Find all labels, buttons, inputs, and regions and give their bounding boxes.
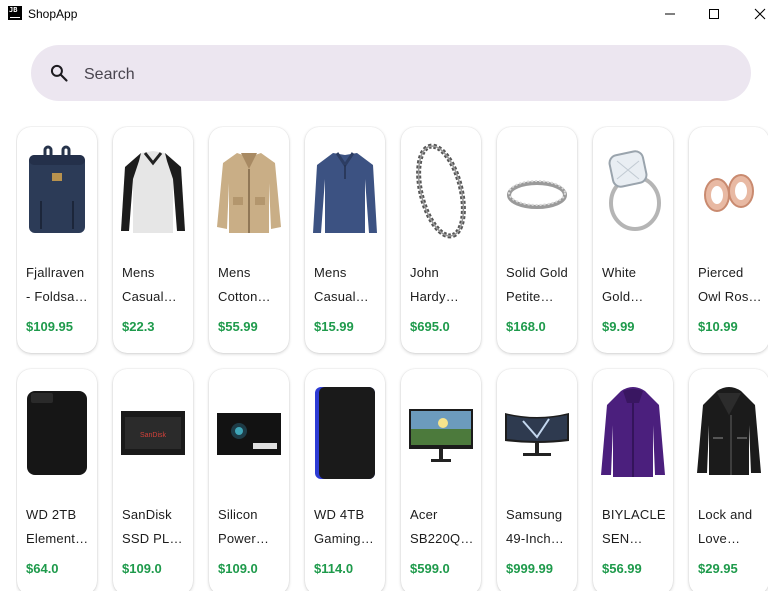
product-price: $56.99 [602, 561, 642, 576]
monitor-icon [407, 381, 475, 485]
product-card[interactable]: Mens Casual Slim Fit $15.99 [305, 127, 385, 353]
svg-text:SanDisk: SanDisk [140, 432, 167, 439]
product-name: Lock and Love Women's Leather Jacket [698, 507, 753, 546]
chain-bracelet-icon [407, 139, 475, 243]
product-name: Silicon Power 256GB SSD [218, 507, 258, 546]
product-card[interactable]: Solid Gold Petite Micropave $168.0 [497, 127, 577, 353]
product-grid: Fjallraven - Foldsack No. 1 Backpack $109… [16, 126, 768, 591]
product-card[interactable]: WD 4TB Gaming Drive $114.0 [305, 369, 385, 591]
ultrawide-monitor-icon [503, 381, 571, 485]
ssd-icon: SanDisk [119, 381, 187, 485]
product-price: $168.0 [506, 319, 546, 334]
product-price: $109.0 [218, 561, 258, 576]
search-bar[interactable] [31, 45, 751, 101]
product-price: $695.0 [410, 319, 450, 334]
title-bar: JB ShopApp [0, 0, 783, 28]
ssd-dark-icon [215, 381, 283, 485]
minimize-icon [665, 13, 675, 15]
product-price: $114.0 [314, 561, 354, 576]
product-price: $999.99 [506, 561, 553, 576]
product-card[interactable]: Mens Cotton Jacket $55.99 [209, 127, 289, 353]
search-icon[interactable] [49, 63, 69, 83]
product-name: Mens Casual Premium Slim Fit T-Shirts [122, 265, 164, 304]
product-name: Mens Casual Slim Fit [314, 265, 356, 304]
product-price: $55.99 [218, 319, 258, 334]
product-name: Mens Cotton Jacket [218, 265, 258, 304]
close-icon [754, 8, 766, 20]
product-name: Pierced Owl Rose Gold Plated [698, 265, 756, 304]
product-card[interactable]: Acer SB220Q bi 21.5 inches $599.0 [401, 369, 481, 591]
product-name: White Gold Plated Princess [602, 265, 637, 304]
product-price: $9.99 [602, 319, 635, 334]
product-price: $15.99 [314, 319, 354, 334]
hard-drive-icon [23, 381, 91, 485]
product-name: Solid Gold Petite Micropave [506, 265, 568, 304]
product-card[interactable]: Mens Casual Premium Slim Fit T-Shirts $22… [113, 127, 193, 353]
search-input[interactable] [82, 61, 686, 89]
product-card[interactable]: Silicon Power 256GB SSD $109.0 [209, 369, 289, 591]
diamond-ring-icon [599, 139, 667, 243]
product-name: SanDisk SSD PLUS 1TB [122, 507, 188, 546]
product-price: $109.95 [26, 319, 73, 334]
product-price: $599.0 [410, 561, 450, 576]
product-card[interactable]: Fjallraven - Foldsack No. 1 Backpack $109… [17, 127, 97, 353]
window-title: ShopApp [28, 7, 78, 21]
tunnel-plugs-icon [695, 139, 763, 243]
gaming-drive-icon [311, 381, 379, 485]
product-card[interactable]: Lock and Love Women's Leather Jacket $29.… [689, 369, 768, 591]
maximize-icon [709, 9, 719, 19]
product-card[interactable]: John Hardy Women's Legends Naga Bracelet… [401, 127, 481, 353]
long-sleeve-shirt-icon [311, 139, 379, 243]
product-name: Samsung 49-Inch CHG90 [506, 507, 563, 546]
maximize-button[interactable] [694, 0, 734, 28]
product-name: Fjallraven - Foldsack No. 1 Backpack [26, 265, 88, 304]
product-name: WD 2TB Elements Portable [26, 507, 82, 546]
ring-icon [503, 139, 571, 243]
close-button[interactable] [740, 0, 780, 28]
app-logo-icon: JB [8, 6, 22, 20]
purple-jacket-icon [599, 381, 667, 485]
jacket-icon [215, 139, 283, 243]
product-name: BIYLACLESEN Women's Snowboard Jacket [602, 507, 666, 546]
product-card[interactable]: Samsung 49-Inch CHG90 $999.99 [497, 369, 577, 591]
minimize-button[interactable] [650, 0, 690, 28]
product-card[interactable]: WD 2TB Elements Portable $64.0 [17, 369, 97, 591]
product-card[interactable]: Pierced Owl Rose Gold Plated $10.99 [689, 127, 768, 353]
product-card[interactable]: SanDisk SanDisk SSD PLUS 1TB $109.0 [113, 369, 193, 591]
product-price: $10.99 [698, 319, 738, 334]
raglan-tshirt-icon [119, 139, 187, 243]
product-name: Acer SB220Q bi 21.5 inches [410, 507, 475, 546]
leather-jacket-icon [695, 381, 763, 485]
product-price: $64.0 [26, 561, 59, 576]
product-name: WD 4TB Gaming Drive [314, 507, 365, 546]
product-price: $22.3 [122, 319, 155, 334]
product-price: $29.95 [698, 561, 738, 576]
product-card[interactable]: White Gold Plated Princess $9.99 [593, 127, 673, 353]
product-name: John Hardy Women's Legends Naga Bracelet [410, 265, 446, 304]
backpack-icon [23, 139, 91, 243]
product-price: $109.0 [122, 561, 162, 576]
product-card[interactable]: BIYLACLESEN Women's Snowboard Jacket $56.… [593, 369, 673, 591]
